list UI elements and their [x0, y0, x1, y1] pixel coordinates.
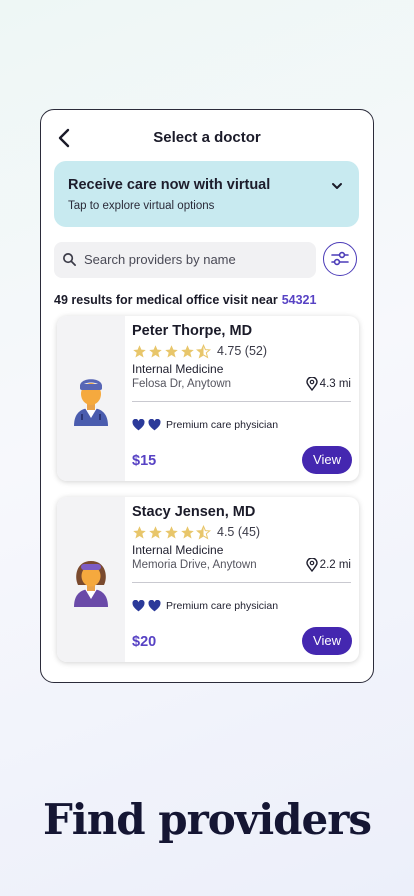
- search-icon: [63, 253, 76, 266]
- doctor-card[interactable]: Stacy Jensen, MD 4.5 (45) Internal Medic…: [57, 497, 359, 662]
- star-icon: [165, 344, 178, 357]
- premium-label: Premium care physician: [166, 419, 279, 431]
- star-icon: [133, 525, 146, 538]
- rating-value: 4.75 (52): [217, 344, 268, 358]
- divider: [132, 401, 351, 402]
- distance-value: 4.3 mi: [319, 378, 351, 390]
- doctor-specialty: Internal Medicine: [132, 543, 224, 557]
- price: $15: [132, 453, 157, 469]
- doctor-photo: [57, 497, 125, 662]
- top-bar: Select a doctor: [41, 124, 373, 152]
- star-icon: [181, 344, 194, 357]
- price: $20: [132, 634, 157, 650]
- virtual-care-banner[interactable]: Receive care now with virtual Tap to exp…: [54, 161, 359, 227]
- heart-icon: [148, 600, 161, 612]
- distance: 2.2 mi: [305, 558, 351, 572]
- banner-title: Receive care now with virtual: [68, 177, 271, 193]
- star-icon: [149, 344, 162, 357]
- half-star-icon: [196, 343, 211, 359]
- star-icon: [133, 344, 146, 357]
- sliders-icon: [331, 251, 349, 266]
- doctor-specialty: Internal Medicine: [132, 362, 224, 376]
- star-icon: [149, 525, 162, 538]
- premium-label: Premium care physician: [166, 600, 279, 612]
- phone-screen: Select a doctor Receive care now with vi…: [40, 109, 374, 683]
- female-doctor-avatar-icon: [74, 561, 108, 607]
- premium-badge: Premium care physician: [132, 419, 278, 431]
- rating-stars: 4.5 (45): [132, 524, 260, 540]
- star-icon: [165, 525, 178, 538]
- doctor-name: Stacy Jensen, MD: [132, 504, 256, 520]
- distance: 4.3 mi: [305, 377, 351, 391]
- half-star-icon: [196, 524, 211, 540]
- page-title: Select a doctor: [153, 129, 261, 146]
- view-button[interactable]: View: [302, 446, 352, 474]
- heart-icon: [132, 419, 145, 431]
- marketing-headline: Find providers: [42, 795, 372, 844]
- divider: [132, 582, 351, 583]
- location-pin-icon: [305, 377, 318, 391]
- chevron-down-icon: [332, 183, 342, 189]
- doctor-address: Felosa Dr, Anytown: [132, 378, 232, 390]
- rating-value: 4.5 (45): [217, 525, 261, 539]
- doctor-card[interactable]: Peter Thorpe, MD 4.75 (52) Internal Medi…: [57, 316, 359, 481]
- view-button[interactable]: View: [302, 627, 352, 655]
- filter-button[interactable]: [323, 242, 357, 276]
- doctor-name: Peter Thorpe, MD: [132, 323, 253, 339]
- doctor-address: Memoria Drive, Anytown: [132, 559, 257, 571]
- male-doctor-avatar-icon: [74, 379, 108, 426]
- banner-subtitle: Tap to explore virtual options: [68, 200, 215, 212]
- results-text: 49 results for medical office visit near: [54, 293, 278, 307]
- search-placeholder: Search providers by name: [84, 252, 236, 267]
- rating-stars: 4.75 (52): [132, 343, 267, 359]
- heart-icon: [148, 419, 161, 431]
- zip-code-link[interactable]: 54321: [282, 293, 317, 307]
- heart-icon: [132, 600, 145, 612]
- distance-value: 2.2 mi: [319, 559, 351, 571]
- location-pin-icon: [305, 558, 318, 572]
- doctor-photo: [57, 316, 125, 481]
- star-icon: [181, 525, 194, 538]
- premium-badge: Premium care physician: [132, 600, 278, 612]
- search-input[interactable]: Search providers by name: [54, 242, 316, 278]
- results-summary: 49 results for medical office visit near…: [54, 293, 316, 307]
